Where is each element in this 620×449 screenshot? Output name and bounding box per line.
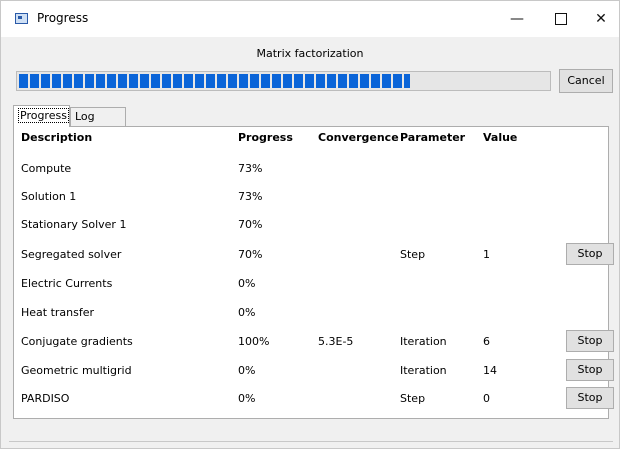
- row-description: Stationary Solver 1: [21, 218, 127, 231]
- row-parameter: Step: [400, 248, 426, 261]
- stop-button[interactable]: Stop: [566, 243, 614, 265]
- row-parameter: Iteration: [400, 364, 447, 377]
- tab-progress-label: Progress: [18, 108, 69, 123]
- bottom-divider: [9, 441, 613, 442]
- close-icon: ✕: [595, 11, 607, 27]
- maximize-button[interactable]: [539, 1, 583, 37]
- row-description: Conjugate gradients: [21, 335, 133, 348]
- row-description: Compute: [21, 162, 72, 175]
- row-value: 14: [483, 364, 497, 377]
- row-parameter: Iteration: [400, 335, 447, 348]
- tab-log-label: Log: [75, 110, 95, 123]
- row-convergence: 5.3E-5: [318, 335, 354, 348]
- row-progress: 70%: [238, 248, 263, 261]
- row-description: Geometric multigrid: [21, 364, 132, 377]
- tab-progress[interactable]: Progress: [13, 105, 70, 127]
- row-description: PARDISO: [21, 392, 70, 405]
- row-value: 1: [483, 248, 490, 261]
- overall-progress-bar: [16, 71, 551, 91]
- minimize-icon: —: [510, 11, 524, 27]
- progress-bar-fill: [19, 74, 410, 88]
- row-description: Heat transfer: [21, 306, 95, 319]
- stop-button[interactable]: Stop: [566, 330, 614, 352]
- minimize-button[interactable]: —: [495, 1, 539, 37]
- stop-button[interactable]: Stop: [566, 387, 614, 409]
- row-description: Electric Currents: [21, 277, 113, 290]
- column-header-convergence: Convergence: [318, 131, 399, 144]
- tab-log[interactable]: Log: [70, 107, 126, 126]
- column-header-value: Value: [483, 131, 518, 144]
- row-progress: 0%: [238, 277, 256, 290]
- row-progress: 73%: [238, 162, 263, 175]
- cancel-button[interactable]: Cancel: [559, 69, 613, 93]
- app-window-icon: [15, 13, 28, 24]
- row-value: 0: [483, 392, 490, 405]
- row-progress: 0%: [238, 392, 256, 405]
- title-bar[interactable]: Progress — ✕: [1, 1, 619, 37]
- column-header-description: Description: [21, 131, 93, 144]
- row-progress: 73%: [238, 190, 263, 203]
- close-button[interactable]: ✕: [579, 1, 620, 37]
- row-progress: 100%: [238, 335, 270, 348]
- window-title: Progress: [37, 11, 89, 25]
- stop-button[interactable]: Stop: [566, 359, 614, 381]
- task-label: Matrix factorization: [256, 47, 364, 60]
- row-value: 6: [483, 335, 490, 348]
- maximize-icon: [555, 13, 567, 25]
- row-progress: 0%: [238, 364, 256, 377]
- row-progress: 0%: [238, 306, 256, 319]
- row-description: Solution 1: [21, 190, 77, 203]
- row-parameter: Step: [400, 392, 426, 405]
- column-header-parameter: Parameter: [400, 131, 466, 144]
- column-header-progress: Progress: [238, 131, 293, 144]
- row-description: Segregated solver: [21, 248, 122, 261]
- row-progress: 70%: [238, 218, 263, 231]
- progress-dialog: Progress — ✕ Matrix factorization Cancel…: [0, 0, 620, 449]
